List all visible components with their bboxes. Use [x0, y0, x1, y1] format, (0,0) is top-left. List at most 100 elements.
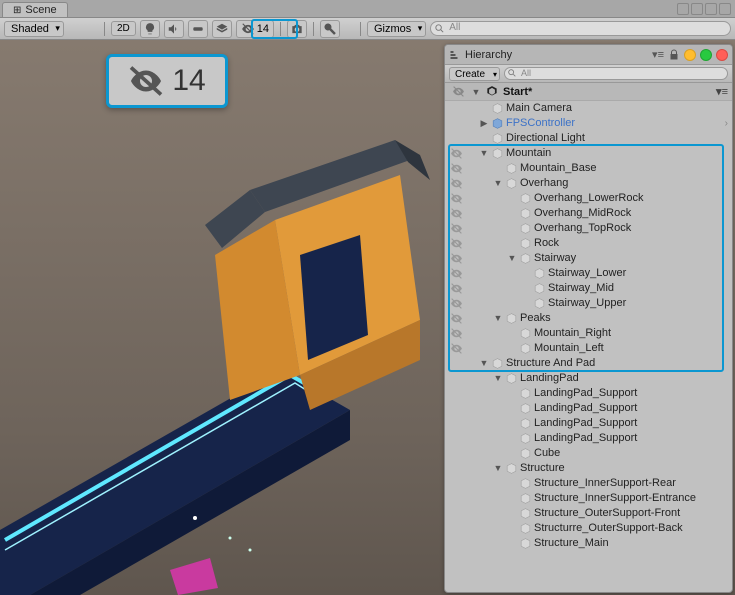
tree-item-label: Structure — [520, 461, 565, 476]
tree-row[interactable]: Stairway_Lower — [445, 266, 732, 281]
expand-arrow-icon[interactable]: ▼ — [479, 356, 489, 371]
tree-item-label: LandingPad — [520, 371, 579, 386]
panel-menu-icon[interactable]: ▾≡ — [652, 48, 664, 61]
tree-row[interactable]: Structure_InnerSupport-Entrance — [445, 491, 732, 506]
create-dropdown[interactable]: Create — [449, 67, 500, 81]
tab-option-icon[interactable] — [691, 3, 703, 15]
prefab-cube-icon — [491, 117, 504, 130]
2d-toggle-button[interactable]: 2D — [111, 21, 136, 36]
tree-row[interactable]: Overhang_TopRock — [445, 221, 732, 236]
visibility-toggle[interactable] — [447, 282, 465, 295]
scene-visibility-toggle[interactable] — [449, 85, 467, 98]
expand-arrow-icon[interactable]: ▼ — [493, 371, 503, 386]
search-icon — [507, 68, 517, 78]
visibility-toggle[interactable] — [447, 252, 465, 265]
tree-item-label: Main Camera — [506, 101, 572, 116]
tree-row[interactable]: Stairway_Mid — [445, 281, 732, 296]
tree-row[interactable]: Structure_OuterSupport-Front — [445, 506, 732, 521]
tree-row[interactable]: Directional Light — [445, 131, 732, 146]
gameobject-cube-icon — [519, 477, 532, 490]
tree-row[interactable]: ▼ Overhang — [445, 176, 732, 191]
visibility-toggle[interactable] — [447, 297, 465, 310]
tree-row[interactable]: ▼ Structure — [445, 461, 732, 476]
tree-row[interactable]: Rock — [445, 236, 732, 251]
hierarchy-search-input[interactable]: All — [504, 67, 728, 80]
lighting-toggle-icon[interactable] — [140, 20, 160, 38]
tree-row[interactable]: Structurre_OuterSupport-Back — [445, 521, 732, 536]
tree-row[interactable]: ▼ Stairway — [445, 251, 732, 266]
visibility-toggle[interactable] — [447, 147, 465, 160]
hierarchy-titlebar[interactable]: Hierarchy ▾≡ — [445, 45, 732, 65]
shading-dropdown[interactable]: Shaded — [4, 21, 64, 37]
layers-dropdown-icon[interactable] — [212, 20, 232, 38]
tree-row[interactable]: LandingPad_Support — [445, 386, 732, 401]
gameobject-cube-icon — [519, 192, 532, 205]
tree-row[interactable]: ▶ FPSController › — [445, 116, 732, 131]
audio-toggle-icon[interactable] — [164, 20, 184, 38]
tree-row[interactable]: Mountain_Right — [445, 326, 732, 341]
fx-toggle-icon[interactable] — [188, 20, 208, 38]
tree-row[interactable]: ▼Mountain — [445, 146, 732, 161]
tree-row[interactable]: ▼Peaks — [445, 311, 732, 326]
gizmos-dropdown[interactable]: Gizmos — [367, 21, 426, 37]
visibility-toggle[interactable] — [447, 237, 465, 250]
window-minimize-icon[interactable] — [684, 49, 696, 61]
visibility-toggle[interactable] — [447, 312, 465, 325]
gameobject-cube-icon — [491, 102, 504, 115]
gameobject-cube-icon — [533, 282, 546, 295]
scene-search-input[interactable]: All — [430, 21, 731, 36]
tree-item-label: FPSController — [506, 116, 575, 131]
visibility-toggle[interactable] — [447, 267, 465, 280]
visibility-toggle[interactable] — [447, 327, 465, 340]
tree-row[interactable]: Mountain_Base — [445, 161, 732, 176]
tab-option-icon[interactable] — [705, 3, 717, 15]
tree-row[interactable]: Main Camera — [445, 101, 732, 116]
visibility-toggle[interactable] — [447, 207, 465, 220]
tree-row[interactable]: Stairway_Upper — [445, 296, 732, 311]
hierarchy-scene-row[interactable]: ▼ Start* ▾≡ — [445, 83, 732, 101]
tree-item-label: Structure_InnerSupport-Entrance — [534, 491, 696, 506]
scene-tab[interactable]: ⊞ Scene — [2, 2, 68, 17]
tree-row[interactable]: ▼Structure And Pad — [445, 356, 732, 371]
tree-item-label: Stairway — [534, 251, 576, 266]
gameobject-cube-icon — [519, 507, 532, 520]
visibility-toggle[interactable] — [447, 222, 465, 235]
tab-option-icon[interactable] — [719, 3, 731, 15]
visibility-toggle[interactable] — [447, 342, 465, 355]
tree-row[interactable]: Structure_Main — [445, 536, 732, 551]
visibility-toggle[interactable] — [447, 162, 465, 175]
tree-item-label: Mountain_Base — [520, 161, 596, 176]
chevron-right-icon[interactable]: › — [725, 116, 728, 131]
tree-row[interactable]: Structure_InnerSupport-Rear — [445, 476, 732, 491]
tab-option-icon[interactable] — [677, 3, 689, 15]
tree-row[interactable]: LandingPad_Support — [445, 431, 732, 446]
scene-name-label: Start* — [503, 86, 532, 98]
expand-arrow-icon[interactable]: ▼ — [493, 176, 503, 191]
expand-arrow-icon[interactable]: ▼ — [471, 87, 481, 97]
camera-icon[interactable] — [287, 20, 307, 38]
visibility-toggle[interactable] — [447, 177, 465, 190]
tree-row[interactable]: LandingPad_Support — [445, 416, 732, 431]
window-close-icon[interactable] — [716, 49, 728, 61]
expand-arrow-icon[interactable]: ▼ — [493, 461, 503, 476]
tree-row[interactable]: Overhang_MidRock — [445, 206, 732, 221]
tree-item-label: Overhang — [520, 176, 568, 191]
expand-arrow-icon[interactable]: ▼ — [507, 251, 517, 266]
visibility-toggle[interactable] — [447, 192, 465, 205]
hidden-objects-button[interactable]: 14 — [236, 20, 274, 38]
expand-arrow-icon[interactable]: ▼ — [479, 146, 489, 161]
tree-row[interactable]: Cube — [445, 446, 732, 461]
hierarchy-panel: Hierarchy ▾≡ Create All ▼ Start* ▾≡ Main… — [444, 44, 733, 593]
expand-arrow-icon[interactable]: ▼ — [493, 311, 503, 326]
tools-icon[interactable] — [320, 20, 340, 38]
lock-icon[interactable] — [668, 49, 680, 61]
scene-menu-icon[interactable]: ▾≡ — [716, 85, 728, 98]
tree-row[interactable]: ▼ LandingPad — [445, 371, 732, 386]
expand-arrow-icon[interactable]: ▶ — [479, 116, 489, 131]
window-maximize-icon[interactable] — [700, 49, 712, 61]
gameobject-cube-icon — [519, 237, 532, 250]
tree-row[interactable]: Overhang_LowerRock — [445, 191, 732, 206]
hierarchy-tree[interactable]: Main Camera ▶ FPSController ›Directional Li… — [445, 101, 732, 592]
tree-row[interactable]: Mountain_Left — [445, 341, 732, 356]
tree-row[interactable]: LandingPad_Support — [445, 401, 732, 416]
